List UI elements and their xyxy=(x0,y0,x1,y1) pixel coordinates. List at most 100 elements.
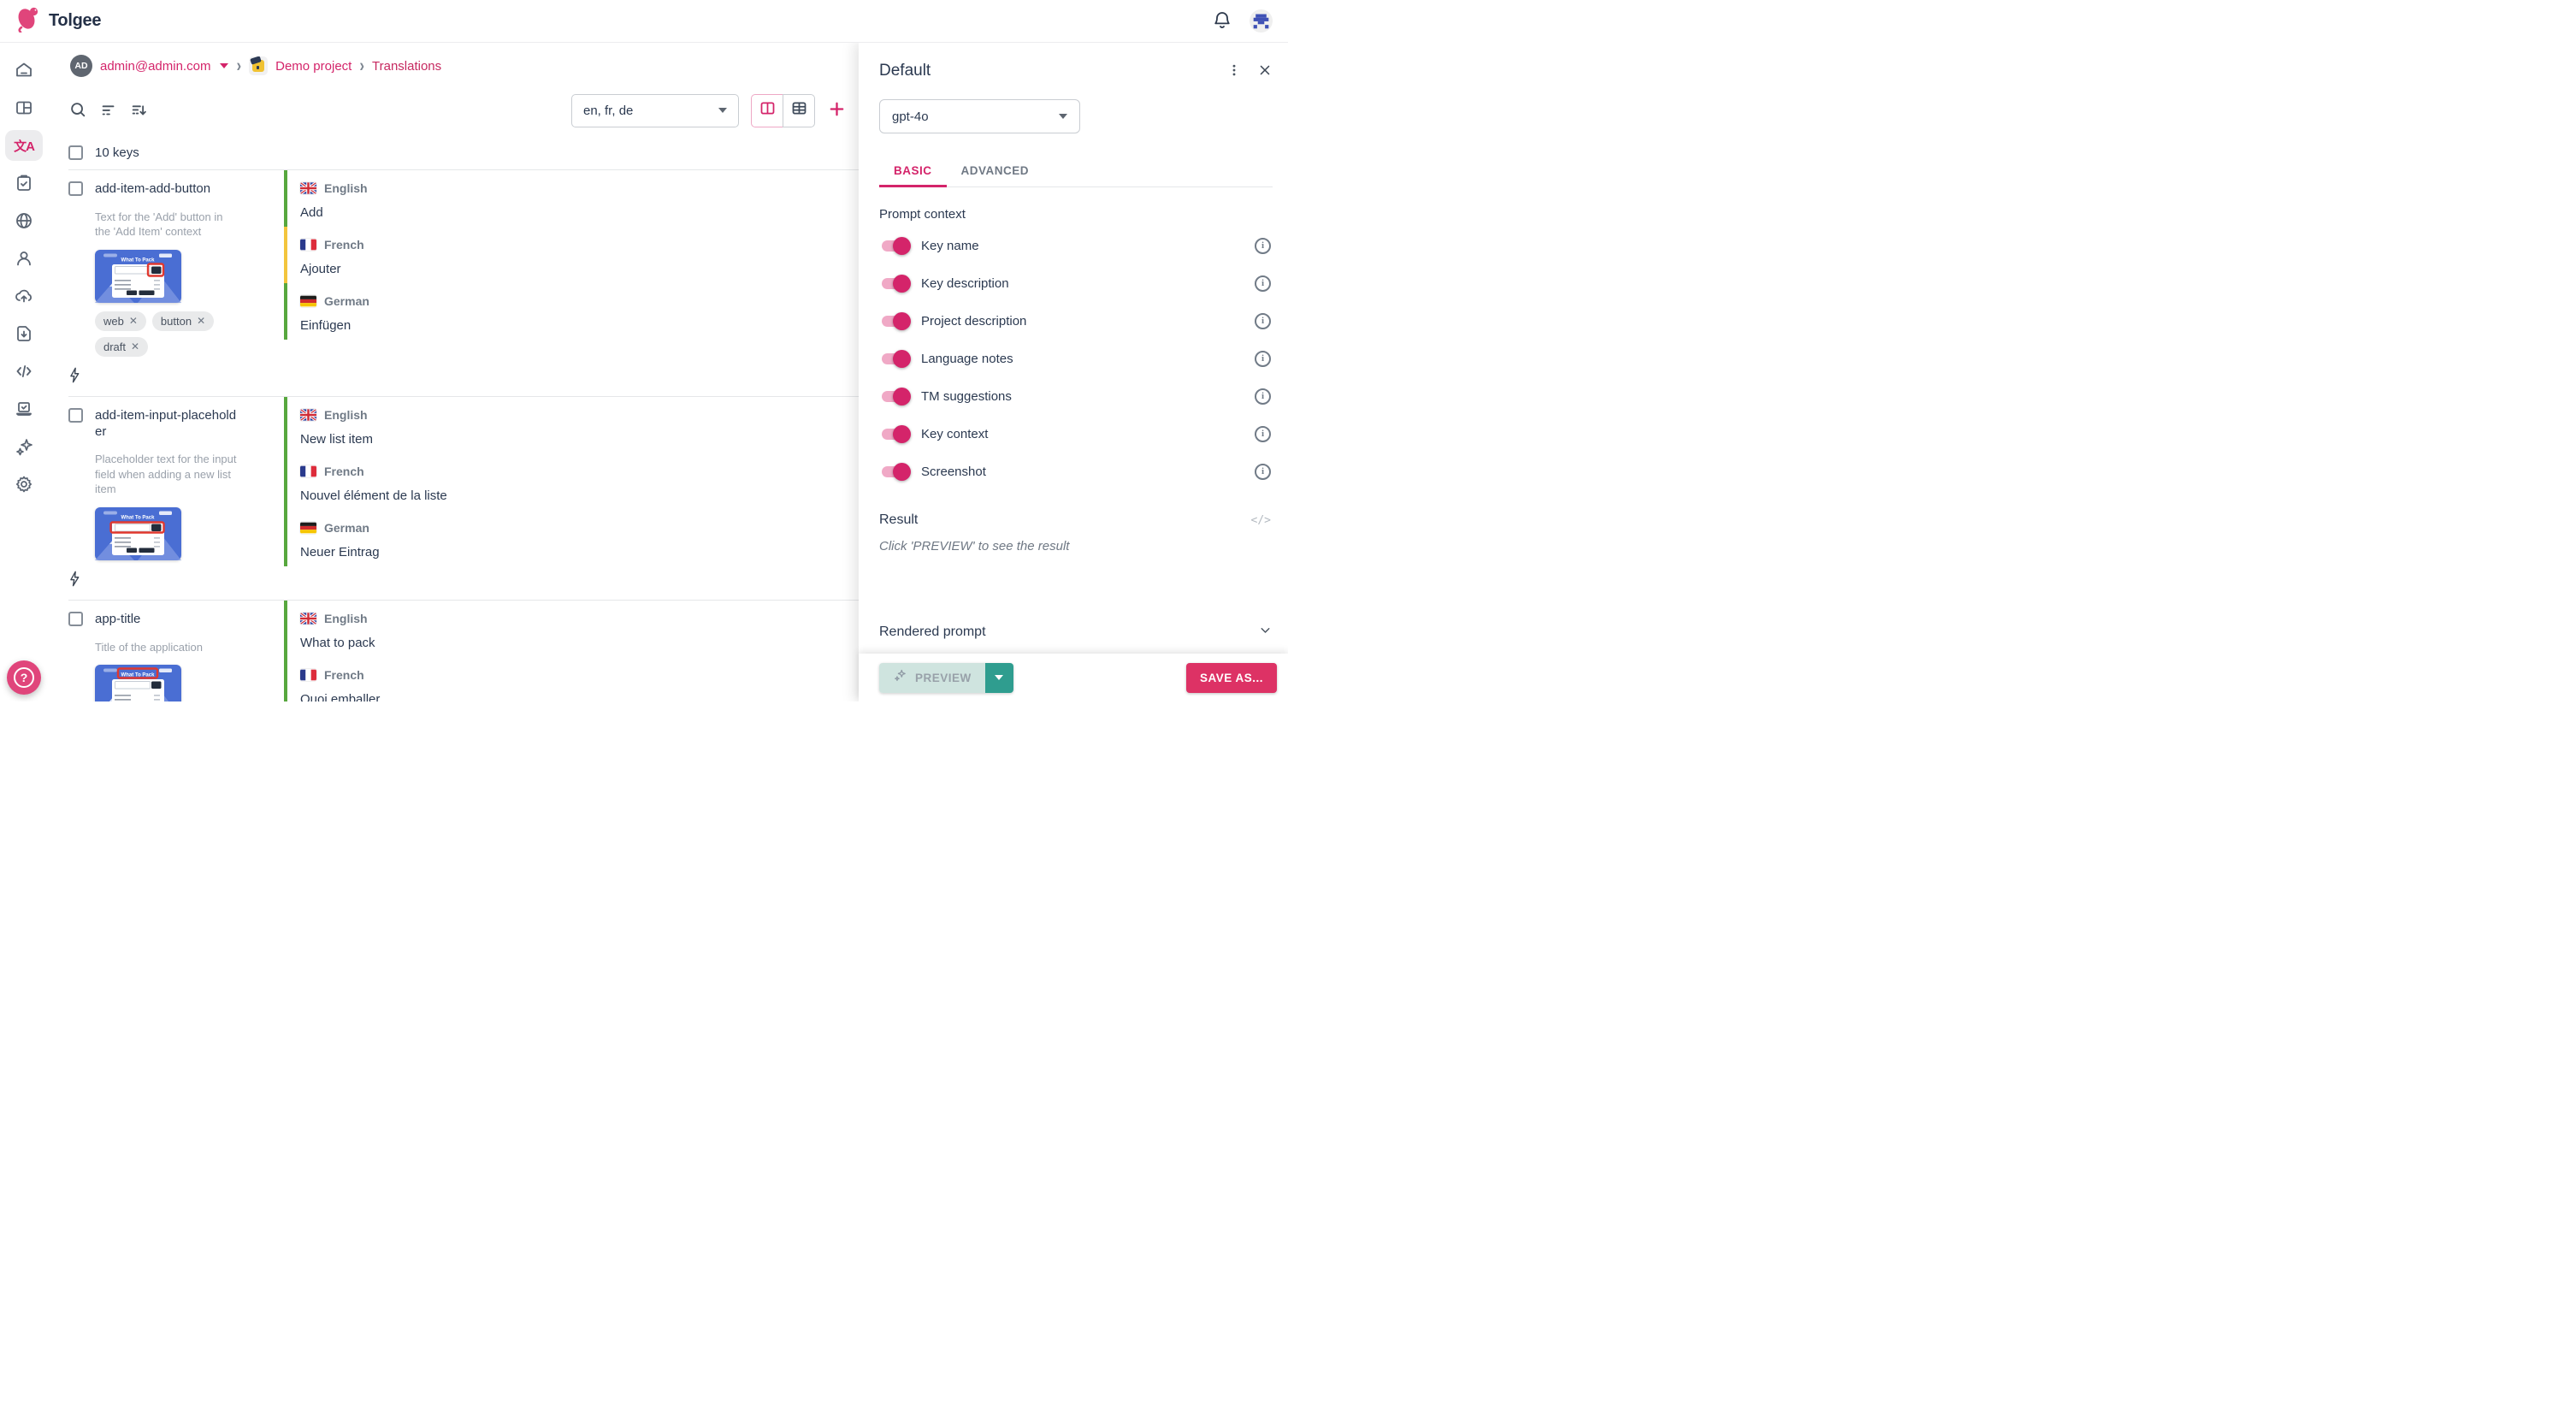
model-select[interactable]: gpt-4o xyxy=(879,99,1080,133)
translation-cell-en[interactable]: EnglishAdd xyxy=(284,170,859,227)
flag-icon-de xyxy=(300,295,316,307)
tag[interactable]: draft✕ xyxy=(95,337,148,357)
notifications-button[interactable] xyxy=(1212,9,1232,33)
sidebar-item-integrate[interactable] xyxy=(3,390,44,428)
info-icon[interactable]: i xyxy=(1255,351,1271,367)
breadcrumb-user[interactable]: admin@admin.com xyxy=(100,59,210,74)
tab-basic[interactable]: BASIC xyxy=(879,156,947,186)
translation-cell-en[interactable]: EnglishNew list item xyxy=(284,397,859,453)
translation-text: Neuer Eintrag xyxy=(300,545,852,559)
sidebar-item-import[interactable] xyxy=(3,277,44,315)
drawer-close-button[interactable] xyxy=(1257,62,1273,80)
translation-cell-fr[interactable]: FrenchAjouter xyxy=(284,227,859,283)
info-icon[interactable]: i xyxy=(1255,388,1271,405)
key-screenshot-thumbnail[interactable]: What To Pack xyxy=(95,507,181,560)
sidebar-item-translations[interactable]: 文A xyxy=(3,127,44,164)
tolgee-app: Tolgee xyxy=(0,0,1288,702)
sidebar-item-languages[interactable] xyxy=(3,202,44,240)
logo[interactable]: Tolgee xyxy=(15,5,101,37)
sidebar-item-settings[interactable] xyxy=(3,465,44,503)
key-description: Placeholder text for the input field whe… xyxy=(95,452,240,497)
key-name[interactable]: add-item-add-button xyxy=(95,181,210,198)
remove-tag-icon[interactable]: ✕ xyxy=(129,315,138,327)
translation-cell-fr[interactable]: FrenchQuoi emballer xyxy=(284,657,859,702)
expand-chevron-icon[interactable] xyxy=(1258,623,1273,642)
sparkles-icon xyxy=(5,431,43,462)
info-icon[interactable]: i xyxy=(1255,275,1271,292)
flag-icon-en xyxy=(300,182,316,194)
info-icon[interactable]: i xyxy=(1255,313,1271,329)
flag-icon-en xyxy=(300,613,316,625)
keys-count: 10 keys xyxy=(95,145,139,160)
sidebar-item-developer[interactable] xyxy=(3,352,44,390)
topbar: Tolgee xyxy=(0,0,1288,43)
toggle-switch-on[interactable] xyxy=(882,353,907,364)
table-view-button[interactable] xyxy=(783,94,815,127)
preview-button[interactable]: PREVIEW xyxy=(879,663,985,693)
flag-icon-en xyxy=(300,409,316,421)
toggle-switch-on[interactable] xyxy=(882,429,907,440)
toggle-switch-on[interactable] xyxy=(882,278,907,289)
info-icon[interactable]: i xyxy=(1255,238,1271,254)
help-button[interactable]: ? xyxy=(7,660,41,695)
show-code-icon[interactable]: </> xyxy=(1251,514,1271,527)
toggle-switch-on[interactable] xyxy=(882,316,907,327)
translation-cell-en[interactable]: EnglishWhat to pack xyxy=(284,601,859,657)
toggle-switch-on[interactable] xyxy=(882,391,907,402)
info-icon[interactable]: i xyxy=(1255,464,1271,480)
row-checkbox[interactable] xyxy=(68,181,83,196)
translation-cell-de[interactable]: German Neuer Eintrag xyxy=(284,510,859,566)
translation-cell-de[interactable]: GermanEinfügen xyxy=(284,283,859,340)
tab-advanced[interactable]: ADVANCED xyxy=(947,156,1044,186)
translations-toolbar: en, fr, de xyxy=(48,86,859,135)
filter-button[interactable] xyxy=(99,100,118,121)
tag[interactable]: web✕ xyxy=(95,311,146,331)
key-name[interactable]: app-title xyxy=(95,612,140,628)
user-avatar[interactable] xyxy=(1250,9,1273,33)
add-key-button[interactable] xyxy=(827,99,847,121)
key-screenshot-thumbnail[interactable]: What To Pack xyxy=(95,665,181,702)
language-name: German xyxy=(324,521,369,535)
translation-cell-fr[interactable]: FrenchNouvel élément de la liste xyxy=(284,453,859,510)
preview-options-button[interactable] xyxy=(985,663,1013,693)
result-hint: Click 'PREVIEW' to see the result xyxy=(879,539,1273,554)
row-checkbox[interactable] xyxy=(68,612,83,626)
translate-icon: 文A xyxy=(14,137,34,155)
sidebar-item-members[interactable] xyxy=(3,240,44,277)
sidebar-item-projects[interactable] xyxy=(3,89,44,127)
select-all-checkbox[interactable] xyxy=(68,145,83,160)
breadcrumb-project[interactable]: Demo project xyxy=(275,59,352,74)
code-icon xyxy=(5,356,43,387)
gear-icon xyxy=(5,469,43,500)
translation-text: New list item xyxy=(300,432,852,447)
sidebar-item-ai[interactable] xyxy=(3,428,44,465)
sidebar-item-home[interactable] xyxy=(3,51,44,89)
prompt-context-row: TM suggestionsi xyxy=(879,377,1273,415)
toggle-switch-on[interactable] xyxy=(882,466,907,477)
save-as-button[interactable]: SAVE AS... xyxy=(1186,663,1277,693)
sort-button[interactable] xyxy=(130,100,149,121)
svg-text:What To Pack: What To Pack xyxy=(121,258,156,263)
sidebar-item-tasks[interactable] xyxy=(3,164,44,202)
remove-tag-icon[interactable]: ✕ xyxy=(131,340,139,352)
search-button[interactable] xyxy=(68,100,87,121)
machine-translate-icon[interactable] xyxy=(68,367,80,388)
flag-icon-fr xyxy=(300,669,316,681)
side-by-side-view-button[interactable] xyxy=(751,94,783,127)
sidebar-item-export[interactable] xyxy=(3,315,44,352)
row-checkbox[interactable] xyxy=(68,408,83,423)
language-name: French xyxy=(324,238,364,252)
chevron-down-icon[interactable] xyxy=(220,63,228,68)
org-avatar[interactable]: AD xyxy=(70,55,92,77)
drawer-menu-button[interactable] xyxy=(1226,62,1242,80)
info-icon[interactable]: i xyxy=(1255,426,1271,442)
machine-translate-icon[interactable] xyxy=(68,571,80,591)
languages-select[interactable]: en, fr, de xyxy=(571,94,739,127)
key-screenshot-thumbnail[interactable]: What To Pack xyxy=(95,250,181,303)
main-content: AD admin@admin.com › Demo project › Tran… xyxy=(48,43,859,702)
tag[interactable]: button✕ xyxy=(152,311,214,331)
key-name[interactable]: add-item-input-placeholder xyxy=(95,408,242,441)
close-icon xyxy=(1257,62,1273,80)
remove-tag-icon[interactable]: ✕ xyxy=(197,315,205,327)
toggle-switch-on[interactable] xyxy=(882,240,907,252)
